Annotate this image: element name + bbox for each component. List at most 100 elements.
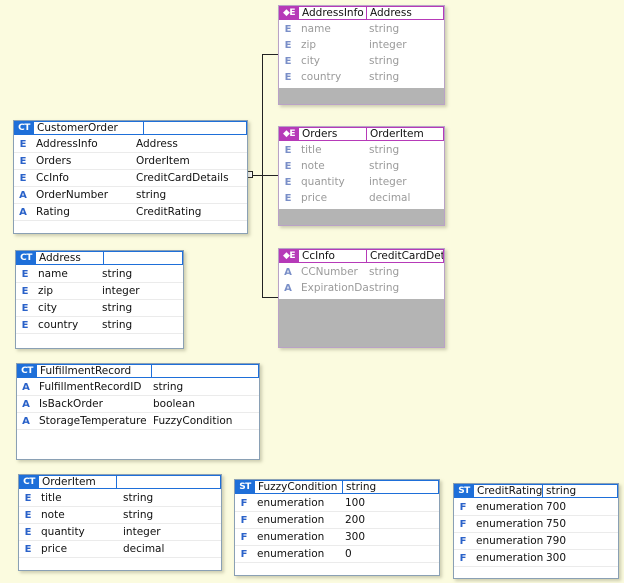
attribute-icon: A: [284, 282, 292, 294]
complex-type-address[interactable]: CT Address Ename string Ezip integer Ecity…: [15, 250, 184, 349]
list-item[interactable]: Enote string: [19, 507, 221, 524]
list-item[interactable]: A IsBackOrder boolean: [17, 396, 259, 413]
element-name[interactable]: AddressInfo: [299, 6, 367, 20]
element-diamond-icon: ◆ E: [279, 249, 299, 263]
simple-type-fuzzycondition[interactable]: ST FuzzyCondition string Fenumeration 100…: [234, 479, 440, 576]
list-item[interactable]: Ename string: [279, 21, 444, 37]
list-item[interactable]: A CCNumber string: [279, 264, 444, 280]
complex-type-icon: CT: [19, 475, 39, 489]
attribute-icon: A: [22, 381, 30, 393]
type-base[interactable]: string: [543, 484, 618, 498]
type-base[interactable]: [104, 251, 183, 265]
type-name[interactable]: FulfillmentRecord: [37, 364, 152, 378]
list-item[interactable]: Ezip integer: [16, 283, 183, 300]
list-item[interactable]: Fenumeration 790: [454, 533, 618, 550]
expanded-area: [279, 299, 444, 347]
list-item[interactable]: A OrderNumber string: [14, 187, 247, 204]
list-item[interactable]: A StorageTemperature FuzzyCondition: [17, 413, 259, 430]
element-icon: E: [24, 526, 32, 538]
complex-type-icon: CT: [17, 364, 37, 378]
list-item[interactable]: Ezip integer: [279, 37, 444, 53]
attribute-icon: A: [284, 266, 292, 278]
element-diamond-icon: ◆ E: [279, 6, 299, 20]
complex-type-icon: CT: [14, 121, 34, 135]
list-item[interactable]: Fenumeration 200: [235, 512, 439, 529]
complex-type-icon: CT: [16, 251, 36, 265]
list-item[interactable]: Fenumeration 700: [454, 499, 618, 516]
element-box-ccinfo[interactable]: ◆ E CcInfo CreditCardDet A CCNumber string …: [278, 248, 445, 348]
element-type[interactable]: Address: [367, 6, 444, 20]
list-item[interactable]: Eprice decimal: [279, 190, 444, 206]
facet-icon: F: [459, 518, 467, 530]
element-name[interactable]: Orders: [299, 127, 367, 141]
list-item[interactable]: Equantity integer: [279, 174, 444, 190]
element-type[interactable]: CreditCardDet: [367, 249, 444, 263]
type-base[interactable]: [144, 121, 247, 135]
list-item[interactable]: Etitle string: [279, 142, 444, 158]
type-base[interactable]: [152, 364, 259, 378]
list-item[interactable]: Enote string: [279, 158, 444, 174]
element-icon: E: [21, 268, 29, 280]
element-icon: E: [284, 192, 292, 204]
connector-orders: [255, 175, 278, 176]
complex-type-fulfillmentrecord[interactable]: CT FulfillmentRecord A FulfillmentRecordI…: [16, 363, 260, 460]
type-base[interactable]: [117, 475, 221, 489]
element-icon: E: [284, 160, 292, 172]
element-icon: E: [284, 144, 292, 156]
facet-icon: F: [240, 531, 248, 543]
facet-icon: F: [459, 535, 467, 547]
list-item[interactable]: Ecity string: [279, 53, 444, 69]
expanded-area: [279, 209, 444, 225]
element-icon: E: [284, 71, 292, 83]
element-icon: E: [284, 176, 292, 188]
element-icon: E: [24, 492, 32, 504]
element-icon: E: [284, 55, 292, 67]
list-item[interactable]: Ecity string: [16, 300, 183, 317]
element-diamond-icon: ◆ E: [279, 127, 299, 141]
list-item[interactable]: Eprice decimal: [19, 541, 221, 558]
list-item[interactable]: Ecountry string: [279, 69, 444, 85]
element-icon: E: [24, 543, 32, 555]
type-base[interactable]: string: [343, 480, 439, 494]
list-item[interactable]: Ecountry string: [16, 317, 183, 334]
facet-icon: F: [240, 497, 248, 509]
list-item[interactable]: E CcInfo CreditCardDetails: [14, 170, 247, 187]
list-item[interactable]: Fenumeration 750: [454, 516, 618, 533]
list-item[interactable]: Ename string: [16, 266, 183, 283]
simple-type-creditrating[interactable]: ST CreditRating string Fenumeration 700 F…: [453, 483, 619, 579]
type-name[interactable]: CustomerOrder: [34, 121, 144, 135]
list-item[interactable]: A FulfillmentRecordID string: [17, 379, 259, 396]
list-item[interactable]: Fenumeration 100: [235, 495, 439, 512]
connector-ccinfo: [262, 297, 278, 298]
type-name[interactable]: OrderItem: [39, 475, 117, 489]
list-item[interactable]: Equantity integer: [19, 524, 221, 541]
element-name[interactable]: CcInfo: [299, 249, 367, 263]
type-name[interactable]: CreditRating: [474, 484, 543, 498]
element-icon: E: [21, 285, 29, 297]
element-type[interactable]: OrderItem: [367, 127, 444, 141]
type-name[interactable]: Address: [36, 251, 104, 265]
facet-icon: F: [459, 552, 467, 564]
list-item[interactable]: Fenumeration 300: [454, 550, 618, 567]
list-item[interactable]: Etitle string: [19, 490, 221, 507]
element-icon: E: [21, 302, 29, 314]
element-box-orders[interactable]: ◆ E Orders OrderItem Etitle string Enote st…: [278, 126, 445, 226]
element-icon: E: [24, 509, 32, 521]
complex-type-orderitem[interactable]: CT OrderItem Etitle string Enote string Eq…: [18, 474, 222, 571]
list-item[interactable]: A Rating CreditRating: [14, 204, 247, 221]
expanded-area: [279, 88, 444, 104]
element-icon: E: [284, 39, 292, 51]
type-name[interactable]: FuzzyCondition: [255, 480, 343, 494]
element-box-addressinfo[interactable]: ◆ E AddressInfo Address Ename string Ezip i…: [278, 5, 445, 105]
facet-icon: F: [240, 548, 248, 560]
attribute-icon: A: [19, 189, 27, 201]
connector-addressinfo: [262, 54, 278, 55]
list-item[interactable]: E AddressInfo Address: [14, 136, 247, 153]
list-item[interactable]: E Orders OrderItem: [14, 153, 247, 170]
list-item[interactable]: Fenumeration 300: [235, 529, 439, 546]
list-item[interactable]: Fenumeration 0: [235, 546, 439, 563]
complex-type-customerorder[interactable]: CT CustomerOrder E AddressInfo Address E Or…: [13, 120, 248, 234]
element-icon: E: [284, 23, 292, 35]
list-item[interactable]: A ExpirationDa string: [279, 280, 444, 296]
element-icon: E: [21, 319, 29, 331]
